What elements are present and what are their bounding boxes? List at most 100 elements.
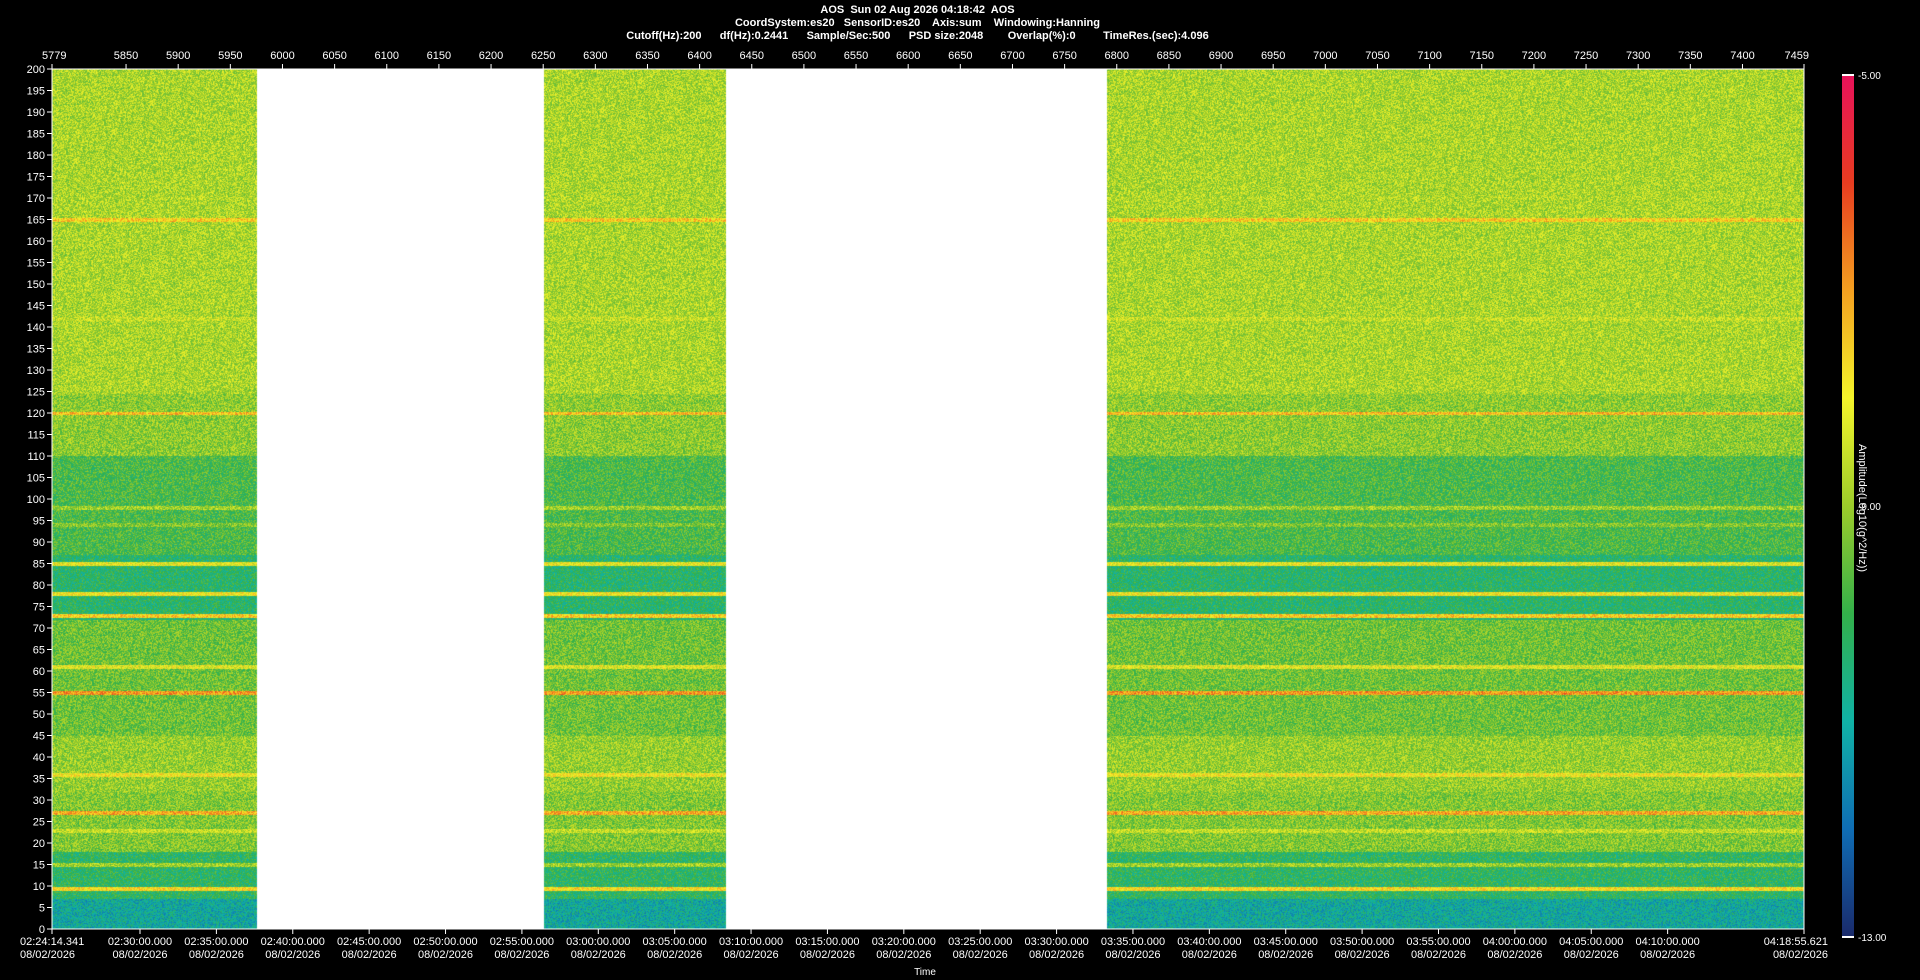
date-tick-label: 08/02/2026 (571, 949, 626, 961)
spectrogram-plot[interactable] (52, 69, 1804, 929)
date-tick-label: 08/02/2026 (724, 949, 779, 961)
y-tick-label: 170 (27, 193, 45, 205)
top-tick-label: 6700 (1000, 50, 1024, 62)
time-tick-label: 02:40:00.000 (261, 936, 325, 948)
chart-title: AOS Sun 02 Aug 2026 04:18:42 AOS (820, 4, 1015, 16)
time-tick-label: 03:25:00.000 (948, 936, 1012, 948)
colorbar-title: Amplitude(Log10(g^2/Hz)) (1856, 444, 1868, 573)
date-tick-label: 08/02/2026 (800, 949, 855, 961)
date-tick-label: 08/02/2026 (1335, 949, 1390, 961)
date-tick-label: 08/02/2026 (953, 949, 1008, 961)
top-tick-label: 7000 (1313, 50, 1337, 62)
time-tick-label: 02:50:00.000 (413, 936, 477, 948)
top-tick-label: 5779 (42, 50, 66, 62)
date-tick-label: 08/02/2026 (1564, 949, 1619, 961)
date-tick-label: 08/02/2026 (1487, 949, 1542, 961)
time-tick-label: 02:45:00.000 (337, 936, 401, 948)
colorbar-tick-label: -13.00 (1858, 933, 1887, 944)
date-tick-label: 08/02/2026 (494, 949, 549, 961)
top-tick-label: 7200 (1522, 50, 1546, 62)
y-tick-label: 150 (27, 279, 45, 291)
date-tick-label: 08/02/2026 (1182, 949, 1237, 961)
top-tick-label: 6450 (740, 50, 764, 62)
time-tick-label: 03:00:00.000 (566, 936, 630, 948)
y-tick-label: 55 (33, 688, 45, 700)
top-tick-label: 6850 (1157, 50, 1181, 62)
y-tick-label: 180 (27, 150, 45, 162)
time-tick-label: 03:45:00.000 (1254, 936, 1318, 948)
time-tick-label: 03:55:00.000 (1406, 936, 1470, 948)
date-tick-label: 08/02/2026 (1411, 949, 1466, 961)
y-tick-label: 35 (33, 774, 45, 786)
top-tick-label: 7150 (1470, 50, 1494, 62)
y-tick-label: 85 (33, 559, 45, 571)
y-tick-label: 130 (27, 365, 45, 377)
time-tick-label: 04:10:00.000 (1636, 936, 1700, 948)
y-tick-label: 125 (27, 387, 45, 399)
top-tick-label: 6800 (1105, 50, 1129, 62)
y-tick-label: 145 (27, 301, 45, 313)
y-tick-label: 200 (27, 64, 45, 76)
date-tick-label: 08/02/2026 (20, 949, 75, 961)
y-tick-label: 60 (33, 666, 45, 678)
date-tick-label: 08/02/2026 (342, 949, 397, 961)
top-tick-label: 7050 (1365, 50, 1389, 62)
y-tick-label: 15 (33, 860, 45, 872)
y-tick-label: 75 (33, 602, 45, 614)
y-tick-label: 20 (33, 838, 45, 850)
y-tick-label: 90 (33, 537, 45, 549)
y-tick-label: 25 (33, 817, 45, 829)
y-tick-label: 105 (27, 473, 45, 485)
top-tick-label: 6350 (635, 50, 659, 62)
top-tick-label: 6900 (1209, 50, 1233, 62)
colorbar-tick-label: -5.00 (1858, 71, 1881, 82)
time-tick-label: 03:05:00.000 (643, 936, 707, 948)
time-tick-label: 02:55:00.000 (490, 936, 554, 948)
y-tick-label: 50 (33, 709, 45, 721)
date-tick-label: 08/02/2026 (112, 949, 167, 961)
top-tick-label: 7300 (1626, 50, 1650, 62)
time-tick-label: 03:35:00.000 (1101, 936, 1165, 948)
y-tick-label: 155 (27, 258, 45, 270)
time-tick-label: 04:05:00.000 (1559, 936, 1623, 948)
y-tick-label: 0 (39, 924, 45, 936)
y-tick-label: 140 (27, 322, 45, 334)
top-tick-label: 6750 (1052, 50, 1076, 62)
time-tick-label: 03:30:00.000 (1024, 936, 1088, 948)
top-tick-label: 6150 (427, 50, 451, 62)
y-tick-label: 100 (27, 494, 45, 506)
time-tick-label: 04:18:55.621 (1764, 936, 1828, 948)
top-tick-label: 6400 (687, 50, 711, 62)
top-tick-label: 6200 (479, 50, 503, 62)
top-tick-label: 6300 (583, 50, 607, 62)
date-tick-label: 08/02/2026 (876, 949, 931, 961)
chart-params-line2: Cutoff(Hz):200 df(Hz):0.2441 Sample/Sec:… (626, 30, 1209, 42)
date-tick-label: 08/02/2026 (1640, 949, 1695, 961)
y-tick-label: 95 (33, 516, 45, 528)
top-tick-label: 7459 (1785, 50, 1809, 62)
top-tick-label: 6600 (896, 50, 920, 62)
spectrogram-window: AOS Sun 02 Aug 2026 04:18:42 AOS CoordSy… (0, 0, 1920, 980)
top-tick-label: 6550 (844, 50, 868, 62)
date-tick-label: 08/02/2026 (418, 949, 473, 961)
time-tick-label: 02:30:00.000 (108, 936, 172, 948)
time-tick-label: 03:10:00.000 (719, 936, 783, 948)
date-tick-label: 08/02/2026 (265, 949, 320, 961)
time-tick-label: 02:35:00.000 (184, 936, 248, 948)
date-tick-label: 08/02/2026 (1258, 949, 1313, 961)
y-tick-label: 195 (27, 86, 45, 98)
top-tick-label: 7350 (1678, 50, 1702, 62)
top-tick-label: 5850 (114, 50, 138, 62)
date-tick-label: 08/02/2026 (1029, 949, 1084, 961)
date-tick-label: 08/02/2026 (1105, 949, 1160, 961)
top-tick-label: 6950 (1261, 50, 1285, 62)
y-tick-label: 30 (33, 795, 45, 807)
y-tick-label: 65 (33, 645, 45, 657)
top-tick-label: 5950 (218, 50, 242, 62)
chart-params-line1: CoordSystem:es20 SensorID:es20 Axis:sum … (734, 17, 1100, 29)
top-tick-label: 7250 (1574, 50, 1598, 62)
time-tick-label: 03:20:00.000 (872, 936, 936, 948)
time-tick-label: 04:00:00.000 (1483, 936, 1547, 948)
y-tick-label: 165 (27, 215, 45, 227)
y-tick-label: 160 (27, 236, 45, 248)
